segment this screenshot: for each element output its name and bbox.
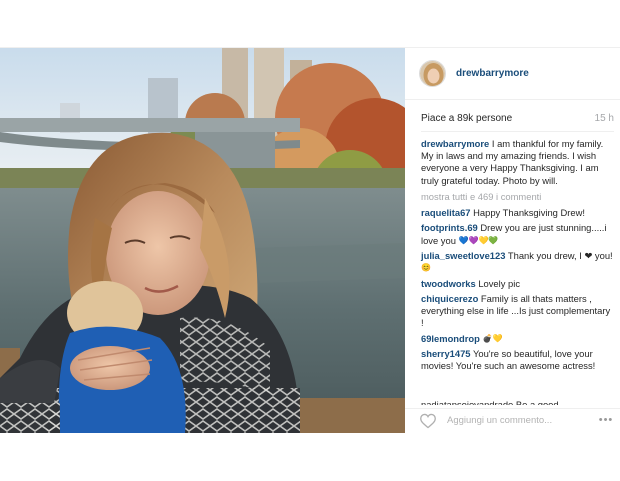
comment-item: chiquicerezo Family is all thats matters…: [421, 293, 615, 330]
photo-illustration: [0, 48, 405, 433]
comment-item: raquelita67 Happy Thanksgiving Drew!: [421, 207, 615, 219]
avatar[interactable]: [419, 60, 446, 87]
instagram-post-dialog: drewbarrymore Piace a 89k persone 15 h d…: [0, 47, 620, 433]
more-options-icon[interactable]: •••: [596, 414, 616, 426]
partial-comment: nadiatapsoievandrade Be a good: [421, 399, 559, 405]
comment-emoji: 😊: [421, 263, 431, 273]
comment-item: 69lemondrop 💣💛: [421, 333, 615, 345]
post-header: drewbarrymore: [405, 48, 620, 100]
comment-author[interactable]: footprints.69: [421, 222, 478, 233]
comment-author[interactable]: twoodworks: [421, 278, 476, 289]
post-photo[interactable]: [0, 48, 405, 433]
likes-count[interactable]: Piace a 89k persone: [421, 113, 512, 124]
comment-item: julia_sweetlove123 Thank you drew, I ❤ y…: [421, 250, 615, 274]
divider: [421, 131, 614, 132]
likes-row: Piace a 89k persone 15 h: [421, 111, 614, 125]
comment-emoji: 💣💛: [482, 333, 503, 343]
post-timestamp[interactable]: 15 h: [595, 113, 614, 124]
avatar-image: [420, 61, 445, 86]
caption-author[interactable]: drewbarrymore: [421, 138, 489, 149]
comment-item: twoodworks Lovely pic: [421, 278, 615, 290]
heart-outline-icon[interactable]: [419, 413, 437, 429]
post-side-panel: drewbarrymore Piace a 89k persone 15 h d…: [405, 48, 620, 433]
comment-emoji: 💙💜💛💚: [458, 235, 499, 245]
header-username[interactable]: drewbarrymore: [456, 68, 529, 79]
comment-author[interactable]: sherry1475: [421, 348, 471, 359]
view-all-comments-link[interactable]: mostra tutti e 469 i commenti: [421, 191, 615, 203]
add-comment-input[interactable]: [447, 412, 567, 428]
comment-item: sherry1475 You're so beautiful, love you…: [421, 348, 615, 372]
comment-author[interactable]: raquelita67: [421, 207, 471, 218]
heart-glyph: [420, 413, 436, 429]
comment-item: footprints.69 Drew you are just stunning…: [421, 222, 615, 246]
comment-author[interactable]: chiquicerezo: [421, 293, 478, 304]
comments-list: drewbarrymore I am thankful for my famil…: [421, 138, 615, 376]
add-comment-bar: •••: [405, 408, 620, 433]
comment-text: Happy Thanksgiving Drew!: [473, 207, 585, 219]
post-caption: drewbarrymore I am thankful for my famil…: [421, 138, 615, 187]
comment-text: Lovely pic: [478, 277, 521, 289]
comment-author[interactable]: 69lemondrop: [421, 333, 480, 344]
comment-text: Thank you drew, I ❤ you!: [507, 250, 613, 261]
comment-author[interactable]: julia_sweetlove123: [421, 250, 505, 261]
